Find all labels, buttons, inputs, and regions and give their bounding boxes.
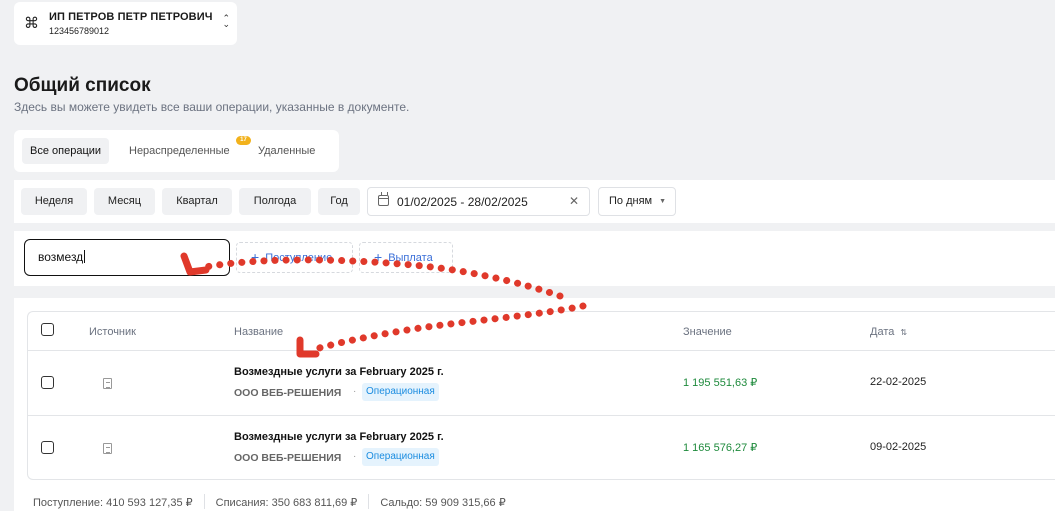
row-checkbox[interactable] xyxy=(41,441,54,454)
grouping-select[interactable]: По дням ▼ xyxy=(598,187,676,216)
search-input-value: возмезд xyxy=(38,250,84,264)
total-balance: Сальдо: 59 909 315,66 ₽ xyxy=(380,497,506,509)
tab-deleted[interactable]: Удаленные xyxy=(250,138,323,164)
separator-dot: · xyxy=(353,386,357,397)
table-row[interactable]: Возмездные услуги за February 2025 г. ОО… xyxy=(28,415,1055,480)
divider xyxy=(203,494,205,509)
operations-table: Источник Название Значение Дата ⇅ Возмез… xyxy=(27,311,1055,480)
counterparty-name: ООО ВЕБ-РЕШЕНИЯ xyxy=(234,387,342,399)
chevron-down-icon: ▼ xyxy=(659,198,666,205)
total-expenses: Списания: 350 683 811,69 ₽ xyxy=(215,497,358,509)
sort-icon: ⇅ xyxy=(900,328,908,337)
calendar-icon xyxy=(378,192,389,206)
grouping-value: По дням xyxy=(609,195,653,207)
totals-bar: Поступление: 410 593 127,35 ₽ Списания: 3… xyxy=(33,494,506,509)
period-halfyear-button[interactable]: Полгода xyxy=(239,188,311,215)
select-all-checkbox[interactable] xyxy=(41,323,54,336)
category-badge: Операционная xyxy=(362,383,439,401)
plus-icon: + xyxy=(251,249,260,265)
counterparty-name: ООО ВЕБ-РЕШЕНИЯ xyxy=(234,452,342,464)
tab-unallocated[interactable]: Нераспределенные xyxy=(121,138,238,164)
add-payment-button[interactable]: + Выплата xyxy=(359,242,453,273)
plus-icon: + xyxy=(374,249,383,265)
add-income-button[interactable]: + Поступление xyxy=(236,242,353,273)
period-year-button[interactable]: Год xyxy=(318,188,360,215)
operation-title: Возмездные услуги за February 2025 г. xyxy=(234,431,444,443)
divider xyxy=(368,494,370,509)
operation-amount: 1 165 576,27 ₽ xyxy=(683,442,758,454)
column-header-source: Источник xyxy=(89,326,136,338)
column-header-date-label: Дата xyxy=(870,326,895,338)
period-month-button[interactable]: Месяц xyxy=(94,188,155,215)
date-range-picker[interactable]: 01/02/2025 - 28/02/2025 ✕ xyxy=(367,187,590,216)
operations-table-card: Источник Название Значение Дата ⇅ Возмез… xyxy=(14,298,1055,511)
date-range-value: 01/02/2025 - 28/02/2025 xyxy=(397,195,528,209)
organization-name: ИП ПЕТРОВ ПЕТР ПЕТРОВИЧ xyxy=(49,11,213,23)
period-filter-bar: Неделя Месяц Квартал Полгода Год 01/02/2… xyxy=(14,180,1055,223)
chevron-up-down-icon: ⌃ ⌄ xyxy=(222,13,230,29)
text-cursor xyxy=(84,250,86,263)
category-badge: Операционная xyxy=(362,448,439,466)
organization-inn: 123456789012 xyxy=(49,26,110,36)
tab-all-operations[interactable]: Все операции xyxy=(22,138,110,164)
page-subtitle: Здесь вы можете увидеть все ваши операци… xyxy=(14,100,410,114)
add-payment-label: Выплата xyxy=(388,252,433,264)
row-checkbox[interactable] xyxy=(41,376,54,389)
document-icon xyxy=(103,443,112,454)
close-icon[interactable]: ✕ xyxy=(569,194,579,208)
column-header-date[interactable]: Дата ⇅ xyxy=(870,326,907,338)
column-header-name: Название xyxy=(234,326,284,338)
organization-switcher[interactable]: ⌘ ИП ПЕТРОВ ПЕТР ПЕТРОВИЧ 123456789012 ⌃… xyxy=(14,2,237,45)
unallocated-count-badge: 17 xyxy=(236,136,251,145)
search-toolbar: возмезд + Поступление + Выплата xyxy=(14,231,1055,286)
operation-title: Возмездные услуги за February 2025 г. xyxy=(234,366,444,378)
page-title: Общий список xyxy=(14,75,151,96)
operation-amount: 1 195 551,63 ₽ xyxy=(683,377,758,389)
operations-tabs: Все операции Нераспределенные 17 Удаленн… xyxy=(14,130,339,172)
period-quarter-button[interactable]: Квартал xyxy=(162,188,232,215)
period-week-button[interactable]: Неделя xyxy=(21,188,87,215)
add-income-label: Поступление xyxy=(265,252,333,264)
search-input[interactable]: возмезд xyxy=(24,239,230,276)
table-row[interactable]: Возмездные услуги за February 2025 г. ОО… xyxy=(28,350,1055,415)
total-income: Поступление: 410 593 127,35 ₽ xyxy=(33,497,193,509)
operation-date: 22-02-2025 xyxy=(870,376,927,388)
separator-dot: · xyxy=(353,451,357,462)
command-icon: ⌘ xyxy=(24,15,39,32)
column-header-value: Значение xyxy=(683,326,732,338)
document-icon xyxy=(103,378,112,389)
operation-date: 09-02-2025 xyxy=(870,441,927,453)
